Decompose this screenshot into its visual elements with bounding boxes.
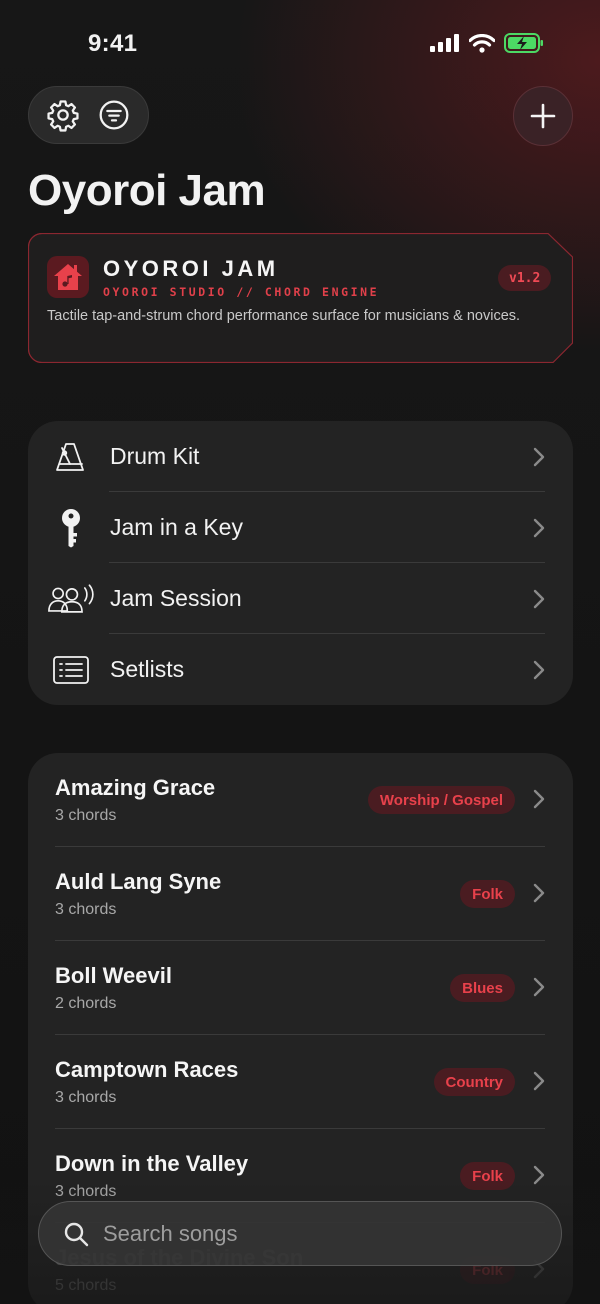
genre-badge: Country [433,1068,515,1096]
song-chord-count: 3 chords [55,807,117,824]
hero-subtitle: OYOROI STUDIO // CHORD ENGINE [103,285,380,299]
hero-title: OYOROI JAM [103,256,279,281]
song-item[interactable]: Boll Weevil 2 chords Blues [28,941,573,1035]
toolbar-pill [28,86,149,144]
chevron-right-icon [533,883,545,903]
genre-badge: Folk [460,1162,515,1190]
plus-icon [530,103,556,129]
search-icon [64,1222,89,1246]
status-time: 9:41 [88,30,138,57]
genre-badge: Worship / Gospel [367,786,515,814]
list-icon [48,647,94,693]
chevron-right-icon [533,589,545,608]
chevron-right-icon [533,447,545,466]
version-badge: v1.2 [498,265,552,291]
song-title: Down in the Valley [55,1151,249,1176]
metronome-icon [48,434,94,480]
menu-item-label: Setlists [110,656,185,682]
wifi-icon [469,33,495,53]
gear-icon [47,100,79,132]
menu-item-label: Jam in a Key [110,514,243,540]
hero-description: Tactile tap-and-strum chord performance … [47,308,521,324]
song-title: Camptown Races [55,1057,239,1082]
chevron-right-icon [533,977,545,997]
add-button[interactable] [513,86,573,146]
menu-item-jam-in-a-key[interactable]: Jam in a Key [28,492,573,563]
status-icons [430,33,544,53]
chevron-right-icon [533,789,545,809]
song-chord-count: 3 chords [55,901,117,918]
chevron-right-icon [533,1165,545,1185]
song-chord-count: 2 chords [55,995,117,1012]
menu-item-drum-kit[interactable]: Drum Kit [28,421,573,492]
home-music-icon [47,256,89,298]
song-title: Amazing Grace [55,775,216,800]
menu-item-setlists[interactable]: Setlists [28,634,573,705]
song-title: Auld Lang Syne [55,869,222,894]
key-icon [48,505,94,551]
menu-item-jam-session[interactable]: Jam Session [28,563,573,634]
chevron-right-icon [533,660,545,679]
genre-badge: Blues [450,974,515,1002]
settings-button[interactable] [41,93,85,137]
song-item[interactable]: Auld Lang Syne 3 chords Folk [28,847,573,941]
chevron-right-icon [533,518,545,537]
menu-item-label: Jam Session [110,585,242,611]
song-title: Boll Weevil [55,963,172,988]
battery-charging-icon [504,33,543,53]
menu-item-label: Drum Kit [110,443,200,469]
filter-button[interactable] [92,93,136,137]
search-input[interactable] [103,1220,523,1247]
search-bar[interactable] [38,1201,562,1266]
genre-badge: Folk [460,880,515,908]
filter-icon [99,100,129,130]
song-chord-count: 3 chords [55,1183,117,1200]
group-audio-icon [48,576,94,622]
cellular-signal-icon [430,34,459,52]
song-chord-count: 3 chords [55,1089,117,1106]
song-item[interactable]: Camptown Races 3 chords Country [28,1035,573,1129]
song-item[interactable]: Amazing Grace 3 chords Worship / Gospel [28,753,573,847]
chevron-right-icon [533,1071,545,1091]
page-title: Oyoroi Jam [28,166,266,215]
song-chord-count: 5 chords [55,1277,117,1294]
feature-menu: Drum Kit Jam in a Key Jam Session Setlis… [28,421,573,705]
